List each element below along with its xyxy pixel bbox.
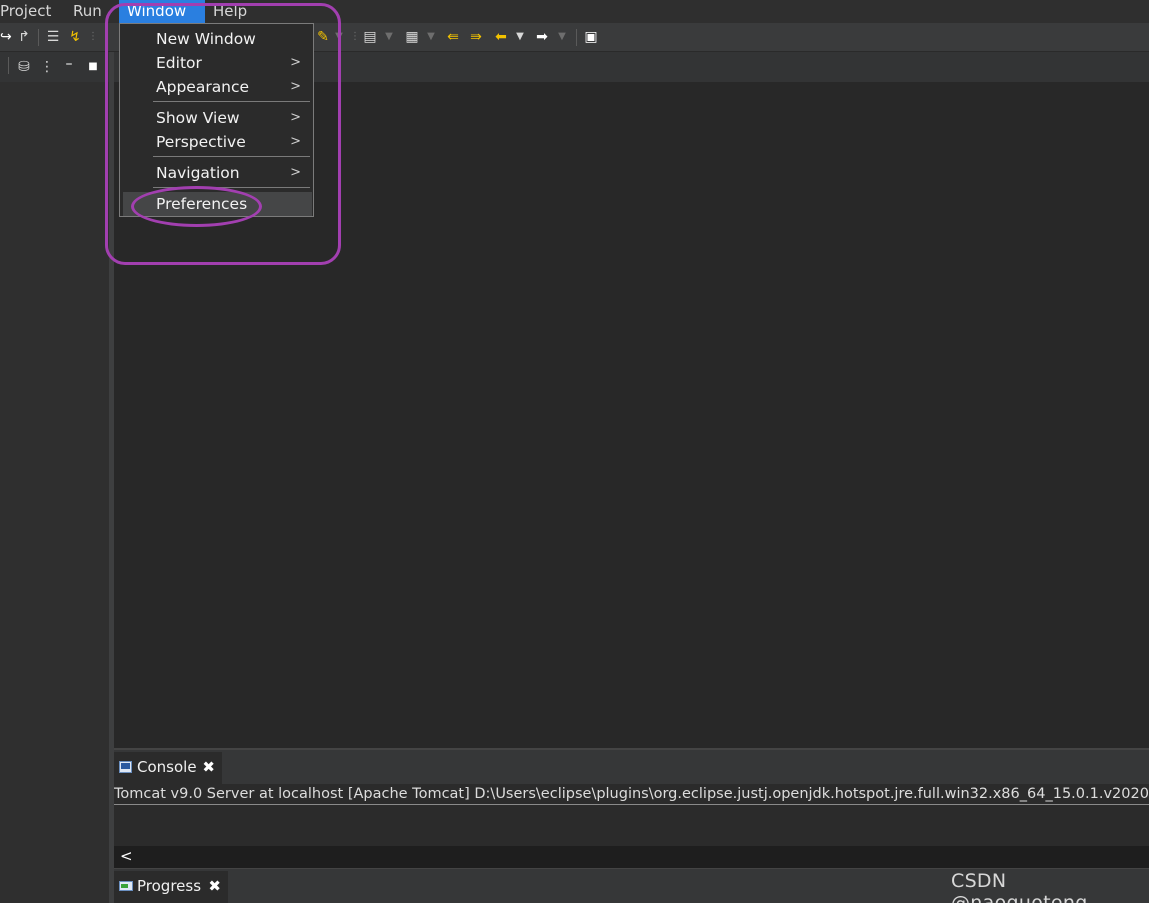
next-edit-icon[interactable]: ⇛ bbox=[467, 28, 485, 46]
menu-project[interactable]: Project bbox=[0, 0, 51, 23]
watermark: CSDN @naoguoteng bbox=[951, 870, 1088, 903]
progress-icon bbox=[119, 872, 133, 891]
progress-tab-label: Progress bbox=[137, 877, 202, 895]
open-task-icon[interactable]: ▣ bbox=[582, 28, 600, 46]
dropdown-arrow-icon[interactable]: ▼ bbox=[426, 28, 436, 46]
close-icon[interactable]: ✖ bbox=[202, 752, 215, 782]
list-icon[interactable]: ☰ bbox=[44, 28, 62, 46]
console-process-line: Tomcat v9.0 Server at localhost [Apache … bbox=[114, 784, 1149, 805]
console-tab-label: Console bbox=[137, 758, 197, 776]
highlight-rectangle bbox=[105, 3, 341, 265]
bookmark-icon[interactable]: ▤ bbox=[362, 28, 378, 46]
console-tab-bar: Console ✖ bbox=[114, 748, 1149, 784]
maximize-icon[interactable]: ■ bbox=[86, 58, 100, 76]
menu-run[interactable]: Run bbox=[73, 0, 102, 23]
close-icon[interactable]: ✖ bbox=[208, 871, 221, 901]
step-return-icon[interactable]: ↱ bbox=[14, 28, 34, 46]
scroll-left-icon[interactable]: < bbox=[120, 847, 133, 865]
redo-icon[interactable]: ↪ bbox=[0, 28, 12, 46]
prev-edit-icon[interactable]: ⇚ bbox=[444, 28, 462, 46]
horizontal-scrollbar[interactable]: < bbox=[114, 846, 1149, 868]
collapse-icon[interactable]: ⛁ bbox=[16, 58, 32, 76]
forward-icon[interactable]: ➡ bbox=[533, 28, 551, 46]
view-menu-icon[interactable]: ⋮ bbox=[40, 58, 54, 76]
toolbar-separator bbox=[8, 57, 9, 74]
tab-console[interactable]: Console ✖ bbox=[114, 752, 222, 784]
tab-progress[interactable]: Progress ✖ bbox=[114, 871, 228, 903]
toolbar-grip-icon: ⋮ bbox=[350, 31, 360, 42]
left-view-area bbox=[0, 82, 109, 903]
dropdown-arrow-icon[interactable]: ▼ bbox=[557, 28, 567, 46]
minimize-icon[interactable]: – bbox=[62, 55, 76, 73]
annotation-icon[interactable]: ▦ bbox=[404, 28, 420, 46]
console-icon bbox=[119, 753, 132, 773]
highlight-ellipse bbox=[131, 186, 262, 227]
dropdown-arrow-icon[interactable]: ▼ bbox=[514, 28, 526, 46]
toolbar-separator bbox=[38, 29, 39, 46]
back-icon[interactable]: ⬅ bbox=[492, 28, 510, 46]
toolbar-grip-icon: ⋮ bbox=[88, 31, 98, 42]
toolbar-separator bbox=[576, 29, 577, 46]
console-output[interactable]: Tomcat v9.0 Server at localhost [Apache … bbox=[114, 784, 1149, 846]
dropdown-arrow-icon[interactable]: ▼ bbox=[384, 28, 394, 46]
step-into-icon[interactable]: ↯ bbox=[66, 28, 84, 46]
